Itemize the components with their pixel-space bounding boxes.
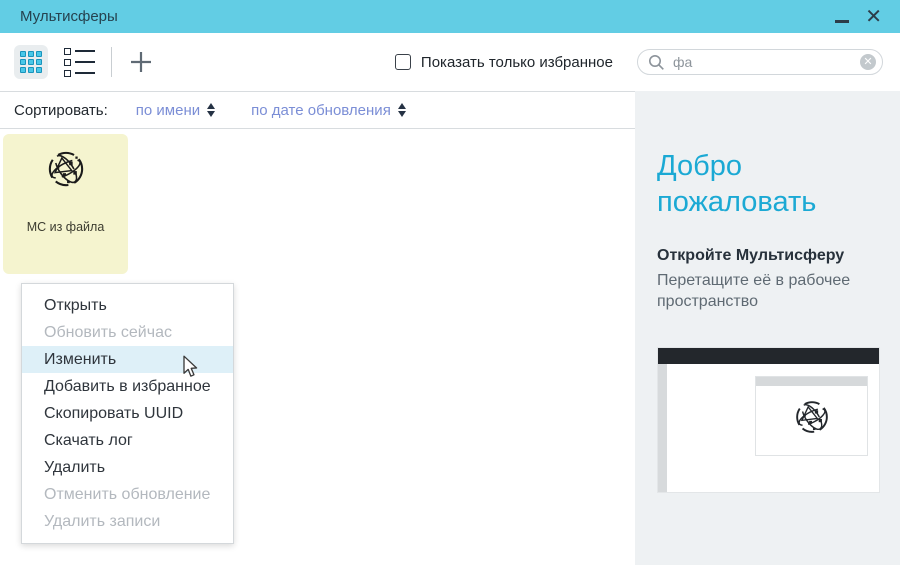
sort-by-name-label: по имени: [136, 102, 200, 119]
open-hint-title: Откройте Мультисферу: [657, 247, 880, 265]
menu-item-download-log[interactable]: Скачать лог: [22, 427, 233, 454]
list-view-icon: [64, 48, 95, 77]
search-box[interactable]: ✕: [637, 49, 883, 75]
sort-label: Сортировать:: [14, 102, 108, 119]
menu-item-cancel-update: Отменить обновление: [22, 481, 233, 508]
multisphere-tile[interactable]: МС из файла: [3, 134, 128, 274]
sort-arrows-icon: [207, 103, 215, 117]
plus-icon: [128, 49, 154, 75]
sort-by-update-date[interactable]: по дате обновления: [251, 102, 406, 119]
titlebar: Мультисферы ✕: [0, 0, 900, 33]
open-hint-text: Перетащите её в рабочее пространство: [657, 270, 872, 313]
sort-row: Сортировать: по имени по дате обновления: [0, 92, 635, 129]
workspace-illustration: [657, 347, 880, 493]
menu-item-refresh-now: Обновить сейчас: [22, 319, 233, 346]
menu-item-delete[interactable]: Удалить: [22, 454, 233, 481]
illustration-tile-header: [756, 377, 867, 386]
minimize-icon[interactable]: [835, 20, 849, 23]
window-title: Мультисферы: [20, 8, 118, 25]
favorites-checkbox-label: Показать только избранное: [421, 54, 613, 71]
list-view-button[interactable]: [62, 45, 96, 79]
welcome-sidebar: Добро пожаловать Откройте Мультисферу Пе…: [635, 91, 900, 565]
illustration-sidebar: [658, 364, 667, 492]
sort-arrows-icon: [398, 103, 406, 117]
multisphere-tile-label: МС из файла: [27, 220, 105, 234]
illustration-tile: [755, 376, 868, 456]
menu-item-open[interactable]: Открыть: [22, 292, 233, 319]
welcome-heading: Добро пожаловать: [657, 148, 867, 221]
sort-by-update-date-label: по дате обновления: [251, 102, 391, 119]
close-icon[interactable]: ✕: [865, 7, 882, 27]
grid-view-icon: [20, 51, 42, 73]
toolbar: Показать только избранное ✕: [0, 33, 900, 91]
search-icon: [648, 54, 665, 71]
toolbar-divider: [111, 47, 112, 77]
menu-item-delete-records: Удалить записи: [22, 508, 233, 535]
grid-view-button[interactable]: [14, 45, 48, 79]
wireframe-sphere-icon: [41, 144, 91, 194]
sort-by-name[interactable]: по имени: [136, 102, 215, 119]
clear-search-icon[interactable]: ✕: [860, 54, 876, 70]
illustration-titlebar: [658, 348, 879, 364]
favorites-checkbox[interactable]: [395, 54, 411, 70]
search-input[interactable]: [673, 54, 860, 70]
menu-item-edit[interactable]: Изменить: [22, 346, 233, 373]
context-menu: Открыть Обновить сейчас Изменить Добавит…: [21, 283, 234, 544]
favorites-filter[interactable]: Показать только избранное: [395, 54, 613, 71]
add-multisphere-button[interactable]: [125, 46, 157, 78]
menu-item-add-to-favorites[interactable]: Добавить в избранное: [22, 373, 233, 400]
menu-item-copy-uuid[interactable]: Скопировать UUID: [22, 400, 233, 427]
wireframe-sphere-icon: [789, 394, 835, 440]
app-window: Мультисферы ✕ Показать только избранное: [0, 0, 900, 565]
window-controls: ✕: [835, 7, 882, 27]
